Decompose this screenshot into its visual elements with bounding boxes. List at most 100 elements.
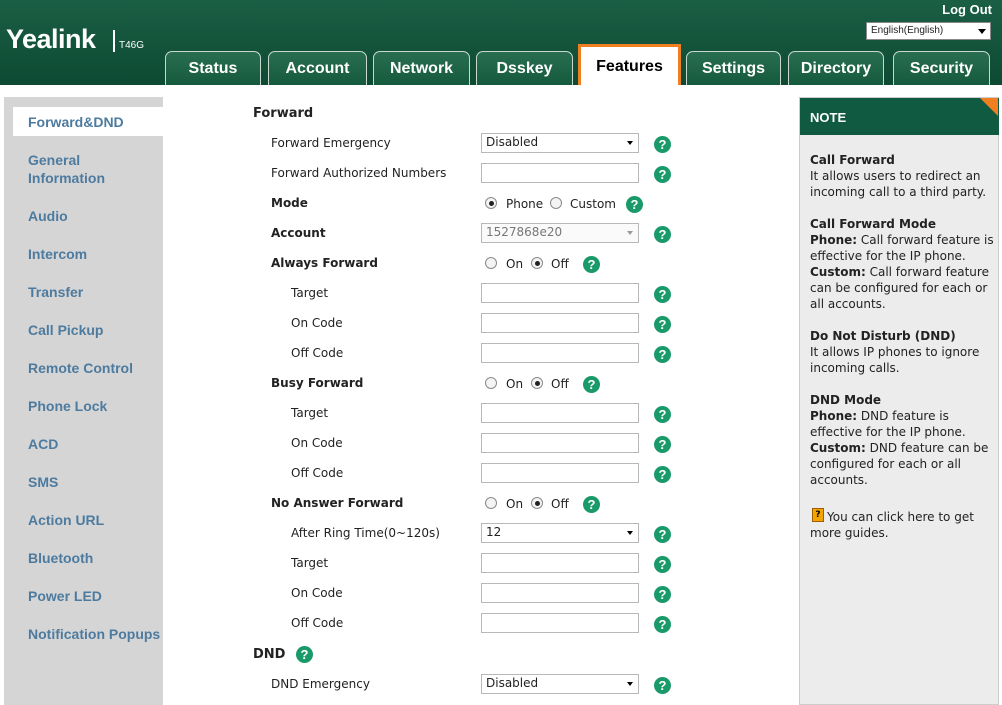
- help-icon[interactable]: ?: [654, 616, 671, 633]
- dnd-emergency-value: Disabled: [486, 676, 539, 690]
- chevron-down-icon: [627, 231, 633, 235]
- no-answer-forward-off-label: Off: [551, 497, 569, 511]
- chevron-down-icon: [978, 29, 986, 34]
- no-answer-forward-on-label: On: [506, 497, 524, 511]
- help-icon[interactable]: ?: [583, 376, 600, 393]
- tab-features[interactable]: Features: [578, 44, 681, 85]
- sidebar-item-bluetooth[interactable]: Bluetooth: [28, 549, 93, 567]
- always-target-label: Target: [291, 286, 329, 300]
- sidebar-item-acd[interactable]: ACD: [28, 435, 58, 453]
- sidebar-item-phone-lock[interactable]: Phone Lock: [28, 397, 107, 415]
- help-icon[interactable]: ?: [654, 166, 671, 183]
- no-answer-forward-off-radio[interactable]: [531, 497, 543, 509]
- note-dnd: Do Not Disturb (DND) It allows IP phones…: [810, 328, 995, 376]
- note-call-forward-title: Call Forward: [810, 153, 895, 167]
- note-cf-mode: Call Forward Mode Phone: Call forward fe…: [810, 216, 995, 312]
- sidebar-item-forward-dnd[interactable]: Forward&DND: [28, 113, 124, 131]
- always-on-code-label: On Code: [291, 316, 343, 330]
- after-ring-time-select[interactable]: 12: [481, 523, 639, 543]
- busy-target-label: Target: [291, 406, 329, 420]
- note-call-forward-text: It allows users to redirect an incoming …: [810, 169, 987, 199]
- busy-off-code-label: Off Code: [291, 466, 344, 480]
- help-icon[interactable]: ?: [654, 586, 671, 603]
- help-icon[interactable]: ?: [296, 646, 313, 663]
- help-icon[interactable]: ?: [626, 196, 643, 213]
- sidebar-item-intercom[interactable]: Intercom: [28, 245, 87, 263]
- chevron-down-icon: [627, 141, 633, 145]
- help-icon[interactable]: ?: [654, 136, 671, 153]
- sidebar-item-power-led[interactable]: Power LED: [28, 587, 102, 605]
- help-icon[interactable]: ?: [654, 406, 671, 423]
- header-bar: Yealink T46G Log Out English(English) St…: [0, 0, 1002, 85]
- help-icon[interactable]: ?: [654, 556, 671, 573]
- sidebar-item-sms[interactable]: SMS: [28, 473, 58, 491]
- dnd-emergency-label: DND Emergency: [271, 677, 370, 691]
- always-forward-off-radio[interactable]: [531, 257, 543, 269]
- sidebar-item-remote-control[interactable]: Remote Control: [28, 359, 133, 377]
- logo-divider: [113, 30, 115, 52]
- always-forward-on-radio[interactable]: [485, 257, 497, 269]
- always-forward-label: Always Forward: [271, 256, 378, 270]
- note-call-forward: Call Forward It allows users to redirect…: [810, 152, 995, 200]
- forward-emergency-label: Forward Emergency: [271, 136, 391, 150]
- busy-forward-off-radio[interactable]: [531, 377, 543, 389]
- busy-forward-on-radio[interactable]: [485, 377, 497, 389]
- help-icon[interactable]: ?: [654, 526, 671, 543]
- always-target-input[interactable]: [481, 283, 639, 303]
- help-icon[interactable]: ?: [583, 496, 600, 513]
- forward-emergency-value: Disabled: [486, 135, 539, 149]
- language-select[interactable]: English(English): [866, 22, 991, 40]
- help-icon[interactable]: ?: [583, 256, 600, 273]
- always-forward-on-label: On: [506, 257, 524, 271]
- help-icon[interactable]: ?: [654, 466, 671, 483]
- tab-security[interactable]: Security: [893, 51, 990, 85]
- tab-settings[interactable]: Settings: [686, 51, 781, 85]
- mode-phone-label: Phone: [506, 197, 544, 211]
- sidebar-item-audio[interactable]: Audio: [28, 207, 68, 225]
- help-icon[interactable]: ?: [654, 226, 671, 243]
- account-select: 1527868e20: [481, 223, 639, 243]
- tab-dsskey[interactable]: Dsskey: [476, 51, 573, 85]
- always-off-code-input[interactable]: [481, 343, 639, 363]
- logout-link[interactable]: Log Out: [942, 2, 992, 17]
- note-cf-mode-custom-label: Custom:: [810, 265, 866, 279]
- no-answer-off-code-input[interactable]: [481, 613, 639, 633]
- forward-authorized-input[interactable]: [481, 163, 639, 183]
- tab-directory[interactable]: Directory: [788, 51, 884, 85]
- note-guide-link[interactable]: You can click here to get more guides.: [810, 509, 995, 541]
- no-answer-forward-on-radio[interactable]: [485, 497, 497, 509]
- sidebar-item-transfer[interactable]: Transfer: [28, 283, 83, 301]
- mode-label: Mode: [271, 196, 308, 210]
- help-icon[interactable]: ?: [654, 346, 671, 363]
- sidebar-item-general-information[interactable]: General Information: [28, 151, 138, 187]
- tab-status[interactable]: Status: [165, 51, 261, 85]
- sidebar-item-action-url[interactable]: Action URL: [28, 511, 104, 529]
- forward-emergency-select[interactable]: Disabled: [481, 133, 639, 153]
- sidebar-item-call-pickup[interactable]: Call Pickup: [28, 321, 103, 339]
- chevron-down-icon: [627, 531, 633, 535]
- tab-account[interactable]: Account: [268, 51, 367, 85]
- busy-on-code-input[interactable]: [481, 433, 639, 453]
- mode-phone-radio[interactable]: [485, 197, 497, 209]
- busy-off-code-input[interactable]: [481, 463, 639, 483]
- help-icon[interactable]: ?: [654, 677, 671, 694]
- sidebar-item-notification-popups[interactable]: Notification Popups: [28, 625, 160, 643]
- no-answer-target-input[interactable]: [481, 553, 639, 573]
- help-icon[interactable]: ?: [654, 316, 671, 333]
- dnd-emergency-select[interactable]: Disabled: [481, 674, 639, 694]
- help-icon[interactable]: ?: [654, 286, 671, 303]
- busy-on-code-label: On Code: [291, 436, 343, 450]
- help-icon[interactable]: ?: [654, 436, 671, 453]
- book-icon[interactable]: ?: [812, 508, 824, 522]
- tab-network[interactable]: Network: [373, 51, 470, 85]
- note-dnd-mode-custom-label: Custom:: [810, 441, 866, 455]
- after-ring-time-label: After Ring Time(0~120s): [291, 526, 440, 540]
- busy-target-input[interactable]: [481, 403, 639, 423]
- note-guide-text: You can click here to get more guides.: [810, 510, 974, 540]
- forward-section-title: Forward: [253, 106, 314, 121]
- mode-custom-radio[interactable]: [550, 197, 562, 209]
- note-panel: NOTE Call Forward It allows users to red…: [799, 97, 999, 705]
- no-answer-on-code-input[interactable]: [481, 583, 639, 603]
- note-corner-marker: [980, 98, 998, 116]
- always-on-code-input[interactable]: [481, 313, 639, 333]
